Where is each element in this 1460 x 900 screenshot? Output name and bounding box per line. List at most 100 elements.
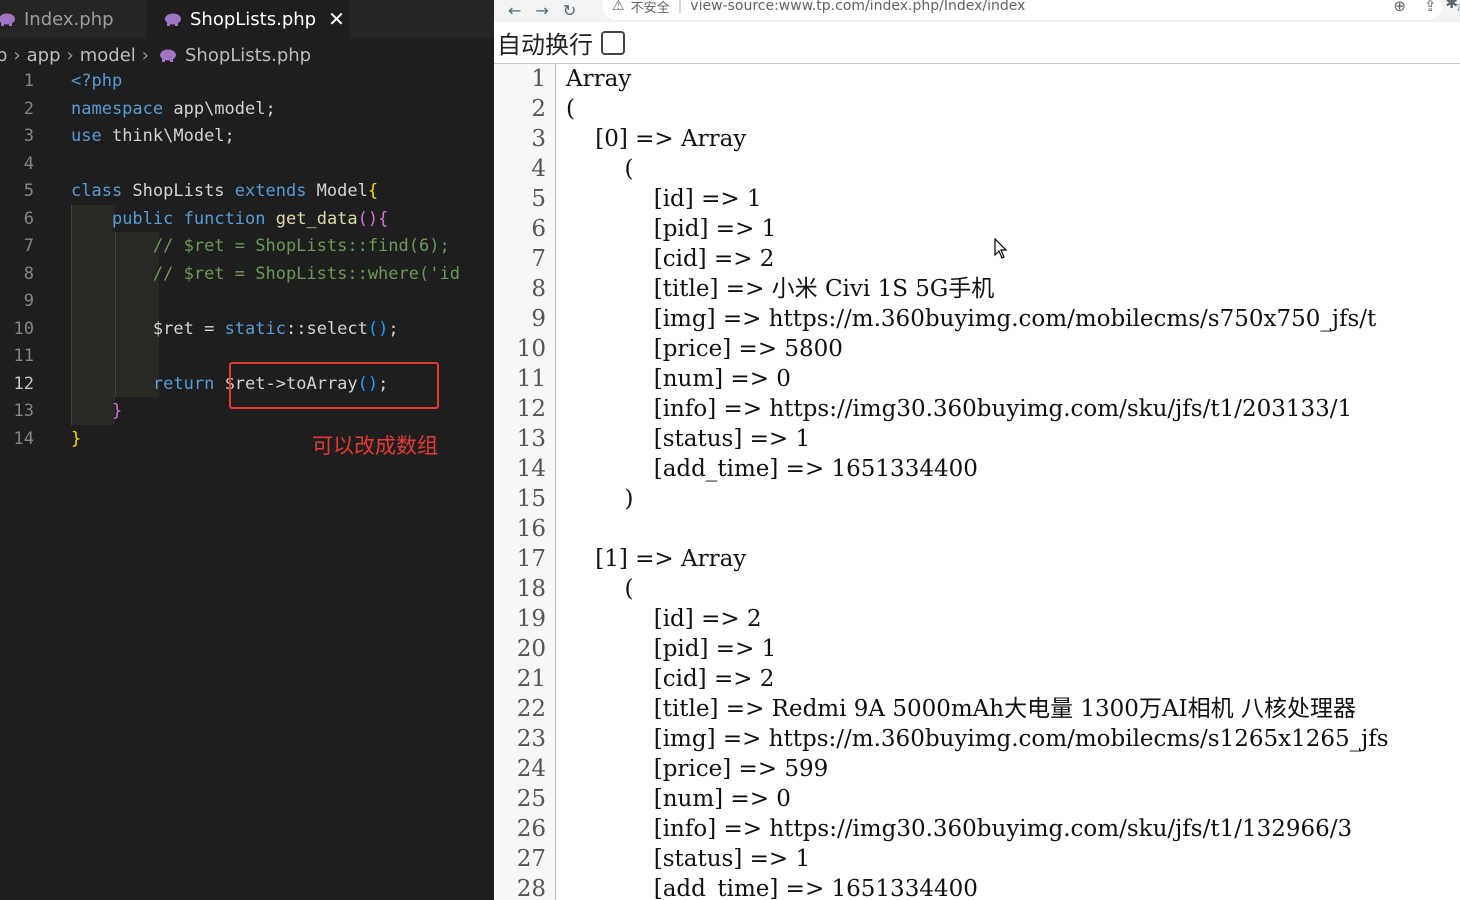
code-text: app\model; (163, 98, 276, 119)
code-keyword: public (111, 208, 174, 229)
source-line: 13 [status] => 1 (494, 424, 1460, 454)
reload-icon[interactable]: ↻ (563, 3, 576, 19)
breadcrumb-item[interactable]: p (0, 45, 7, 66)
line-number-gutter: 1 2 3 4 5 6 7 8 9 10 11 12 13 14 (0, 68, 50, 453)
tab-index-php[interactable]: Index.php (0, 0, 144, 38)
source-line: 24 [price] => 599 (494, 754, 1460, 784)
code-keyword: use (71, 126, 102, 146)
source-line: 9 [img] => https://m.360buyimg.com/mobil… (494, 304, 1460, 334)
line-number: 3 (23, 126, 34, 146)
back-arrow-icon[interactable]: ← (508, 3, 521, 19)
source-line: 4 ( (494, 154, 1460, 184)
code-brace: } (71, 428, 82, 449)
line-number: 5 (23, 181, 34, 201)
source-line-number: 25 (516, 786, 546, 812)
code-text: think\Model; (101, 126, 235, 146)
line-wrap-checkbox[interactable] (601, 30, 625, 55)
code-operator: = (193, 318, 225, 339)
source-line-text: [add_time] => 1651334400 (566, 876, 978, 900)
browser-window: ← → ↻ ⚠ 不安全 | view-source:www.tp.com/ind… (494, 0, 1460, 900)
source-line-number: 15 (516, 486, 546, 512)
breadcrumb-item[interactable]: model (80, 45, 136, 66)
source-line-text: [cid] => 2 (566, 246, 775, 272)
code-line-8: // $ret = ShopLists::where('id (71, 261, 494, 289)
line-wrap-bar: 自动换行 (494, 22, 1460, 64)
source-line: 3 [0] => Array (494, 124, 1460, 154)
code-line-6: public function get_data(){ (71, 206, 494, 234)
source-line-number: 28 (516, 876, 546, 900)
zoom-icon[interactable]: ⊕ (1393, 0, 1406, 15)
line-number: 1 (23, 71, 34, 91)
source-line: 21 [cid] => 2 (494, 664, 1460, 694)
annotation-text: 可以改成数组 (312, 434, 438, 458)
source-line-text: Array (566, 66, 632, 92)
source-line-text: [id] => 2 (566, 606, 762, 632)
source-line-number: 3 (531, 126, 546, 152)
close-tab-icon[interactable]: ✕ (328, 7, 345, 31)
tab-shoplists-php[interactable]: ShopLists.php ✕ (146, 0, 350, 38)
source-line: 16 (494, 514, 1460, 544)
line-wrap-label[interactable]: 自动换行 (497, 25, 593, 60)
line-number: 2 (23, 98, 34, 119)
share-icon[interactable]: ⇪ (1424, 0, 1437, 15)
url-text[interactable]: view-source:www.tp.com/index.php/Index/i… (690, 0, 1025, 14)
source-line: 8 [title] => 小米 Civi 1S 5G手机 (494, 274, 1460, 304)
source-line: 5 [id] => 1 (494, 184, 1460, 214)
source-line-text: [img] => https://m.360buyimg.com/mobilec… (566, 306, 1377, 332)
php-elephant-icon (165, 13, 181, 26)
chevron-right-icon: › (141, 44, 149, 66)
source-line: 27 [status] => 1 (494, 844, 1460, 874)
code-line-3: use think\Model; (71, 123, 494, 151)
source-line-number: 26 (516, 816, 546, 842)
source-line: 17 [1] => Array (494, 544, 1460, 574)
code-keyword: extends (234, 181, 307, 201)
code-line-2: namespace app\model; (71, 96, 494, 124)
address-bar[interactable]: ⚠ 不安全 | view-source:www.tp.com/index.php… (602, 0, 1460, 20)
code-keyword: function (183, 208, 266, 229)
source-line-number: 2 (531, 96, 546, 122)
source-line: 2( (494, 94, 1460, 124)
code-brace: { (378, 208, 389, 229)
source-line-number: 6 (531, 216, 546, 242)
chevron-right-icon: › (66, 44, 74, 66)
code-function-name: select (306, 318, 368, 339)
extension-puzzle-icon[interactable]: ✱ (1445, 0, 1458, 12)
insecure-label: 不安全 (630, 0, 670, 16)
source-line-number: 22 (516, 696, 546, 722)
tab-label: ShopLists.php (190, 8, 317, 30)
source-line-text: [info] => https://img30.360buyimg.com/sk… (566, 396, 1353, 422)
breadcrumb-item[interactable]: app (27, 45, 61, 66)
source-line-text: [1] => Array (566, 546, 747, 572)
source-line-number: 11 (516, 366, 546, 392)
source-line-text: [info] => https://img30.360buyimg.com/sk… (566, 816, 1353, 842)
source-line: 20 [pid] => 1 (494, 634, 1460, 664)
line-number: 7 (23, 236, 34, 256)
source-line-text: [title] => 小米 Civi 1S 5G手机 (566, 276, 995, 302)
source-line: 26 [info] => https://img30.360buyimg.com… (494, 814, 1460, 844)
source-line-number: 4 (531, 156, 546, 182)
line-number: 9 (23, 291, 34, 311)
source-line-text: ( (566, 96, 575, 122)
source-line: 25 [num] => 0 (494, 784, 1460, 814)
mouse-pointer-icon (994, 238, 1008, 259)
php-elephant-icon (0, 13, 15, 26)
forward-arrow-icon[interactable]: → (535, 3, 548, 19)
line-number: 6 (23, 208, 34, 229)
warning-triangle-icon[interactable]: ⚠ (612, 0, 625, 14)
code-brace: { (367, 181, 379, 201)
breadcrumb-item[interactable]: ShopLists.php (185, 45, 311, 66)
source-line-text: [0] => Array (566, 126, 747, 152)
source-line-number: 12 (516, 396, 546, 422)
code-line-10: $ret = static::select(); (71, 316, 494, 344)
breadcrumb: p › app › model › ShopLists.php (0, 40, 494, 70)
php-elephant-icon (160, 49, 176, 62)
code-paren: () (367, 318, 389, 339)
code-semicolon: ; (388, 318, 399, 339)
address-divider: | (677, 0, 683, 14)
source-line-number: 14 (516, 456, 546, 482)
code-variable: $ret (152, 318, 194, 339)
source-line: 15 ) (494, 484, 1460, 514)
code-editor-pane: Index.php ShopLists.php ✕ p › app › mode… (0, 0, 494, 900)
